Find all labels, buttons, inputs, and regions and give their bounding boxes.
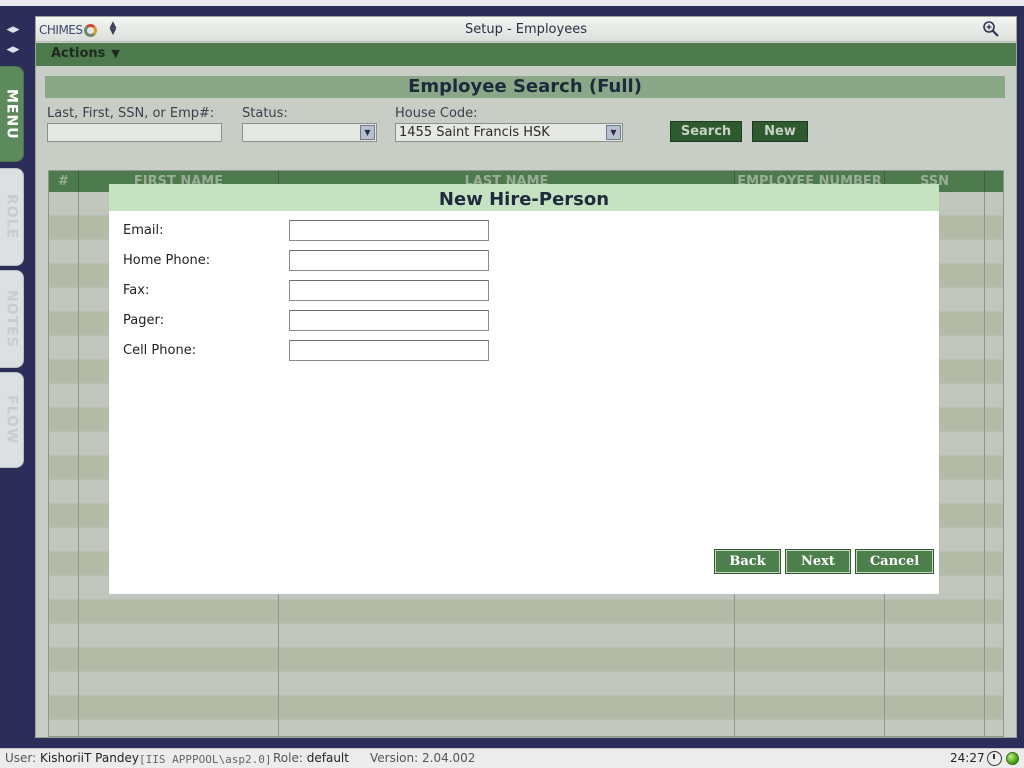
dropdown-arrow-icon: ▼	[606, 125, 621, 140]
house-code-value: 1455 Saint Francis HSK	[399, 125, 550, 140]
connection-status-icon	[1006, 752, 1019, 765]
status-select[interactable]: ▼	[242, 123, 377, 142]
version-label: Version:	[370, 751, 419, 765]
table-row[interactable]	[49, 696, 1003, 720]
tab-role[interactable]: ROLE	[0, 168, 24, 266]
column-divider	[984, 171, 985, 737]
search-button[interactable]: Search	[670, 121, 742, 142]
fax-label: Fax:	[123, 283, 150, 298]
tab-notes[interactable]: NOTES	[0, 270, 24, 368]
tab-role-label: ROLE	[3, 194, 20, 240]
name-search-label: Last, First, SSN, or Emp#:	[47, 106, 215, 121]
app-pool: [IIS APPPOOL\asp2.0]	[139, 753, 272, 766]
version-value: 2.04.002	[422, 751, 476, 765]
tab-flow[interactable]: FLOW	[0, 372, 24, 468]
home-phone-field[interactable]	[289, 250, 489, 271]
collapse-panel-icon[interactable]: ◂▸	[0, 40, 26, 60]
table-row[interactable]	[49, 600, 1003, 624]
tab-menu-label: MENU	[3, 88, 20, 140]
role-info: Role: default	[273, 749, 349, 768]
house-code-select[interactable]: 1455 Saint Francis HSK ▼	[395, 123, 623, 142]
top-strip	[0, 0, 1024, 6]
clock-time: 24:27	[950, 751, 985, 765]
timer-icon[interactable]	[987, 751, 1002, 766]
cell-phone-label: Cell Phone:	[123, 343, 197, 358]
sort-arrows-icon[interactable]: ▲ ▼	[107, 21, 119, 37]
logo-mark-icon	[83, 23, 97, 37]
search-heading: Employee Search (Full)	[45, 76, 1005, 98]
back-button[interactable]: Back	[714, 549, 781, 574]
dialog-title: New Hire-Person	[109, 184, 939, 211]
action-bar: Actions ▼	[36, 43, 1016, 66]
new-button[interactable]: New	[752, 121, 808, 142]
actions-menu-button[interactable]: Actions ▼	[51, 46, 120, 61]
role-label: Role:	[273, 751, 303, 765]
tab-menu[interactable]: MENU	[0, 66, 24, 162]
dropdown-arrow-icon: ▼	[360, 125, 375, 140]
cell-phone-field[interactable]	[289, 340, 489, 361]
column-divider	[78, 171, 79, 737]
cancel-button[interactable]: Cancel	[855, 549, 934, 574]
next-button[interactable]: Next	[785, 549, 851, 574]
sidebar-arrows: ◂▸ ◂▸	[0, 20, 26, 66]
user-name: KishoriiT Pandey	[40, 751, 139, 765]
house-code-label: House Code:	[395, 106, 478, 121]
caret-down-icon: ▼	[111, 47, 120, 60]
email-label: Email:	[123, 223, 164, 238]
home-phone-label: Home Phone:	[123, 253, 211, 268]
tab-notes-label: NOTES	[3, 290, 20, 348]
window-title: Setup - Employees	[465, 22, 587, 37]
expand-horizontal-icon[interactable]: ◂▸	[0, 20, 26, 40]
left-sidebar: ◂▸ ◂▸ MENU ROLE NOTES FLOW	[0, 14, 26, 744]
pager-label: Pager:	[123, 313, 164, 328]
actions-label: Actions	[51, 46, 106, 61]
title-bar: Setup - Employees CHIMES ▲ ▼	[36, 17, 1016, 42]
column-header-number[interactable]: #	[49, 171, 79, 192]
table-row[interactable]	[49, 672, 1003, 696]
pager-field[interactable]	[289, 310, 489, 331]
status-bar: User: KishoriiT Pandey [IIS APPPOOL\asp2…	[0, 748, 1024, 768]
role-value: default	[306, 751, 349, 765]
table-row[interactable]	[49, 648, 1003, 672]
column-header-spacer	[985, 171, 1003, 192]
version-info: Version: 2.04.002	[370, 749, 475, 768]
fax-field[interactable]	[289, 280, 489, 301]
status-label: Status:	[242, 106, 288, 121]
zoom-in-icon[interactable]	[982, 20, 1000, 38]
email-field[interactable]	[289, 220, 489, 241]
user-info: User: KishoriiT Pandey	[5, 749, 139, 768]
new-hire-person-dialog: New Hire-Person Email: Home Phone: Fax: …	[109, 184, 939, 594]
logo-text: CHIMES	[39, 23, 83, 37]
name-search-input[interactable]	[47, 123, 222, 142]
table-row[interactable]	[49, 624, 1003, 648]
tab-flow-label: FLOW	[3, 395, 20, 445]
user-label: User:	[5, 751, 37, 765]
chimes-logo: CHIMES	[39, 21, 97, 39]
